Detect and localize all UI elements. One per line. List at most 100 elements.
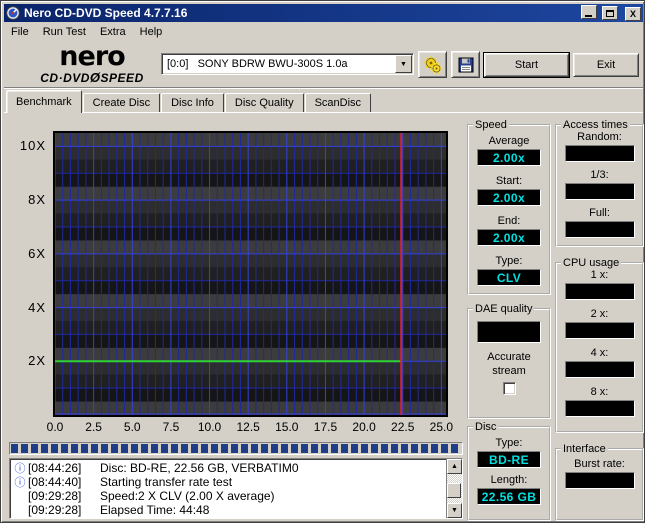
minimize-icon (585, 14, 593, 17)
speed-start-label: Start: (495, 175, 523, 187)
y-tick-label: 2X (28, 353, 46, 369)
x-tick-label: 10.0 (197, 420, 222, 434)
minimize-button[interactable] (580, 5, 597, 20)
scroll-down-button[interactable]: ▼ (447, 503, 462, 518)
access-times-panel: Access times Random: 1/3: Full: (555, 119, 644, 247)
menu-help[interactable]: Help (133, 24, 170, 40)
menu-run-test[interactable]: Run Test (36, 24, 93, 40)
start-button[interactable]: Start (483, 52, 570, 78)
menu-file[interactable]: File (4, 24, 36, 40)
log-time: [09:29:28] (28, 503, 82, 517)
disc-panel-legend: Disc (475, 421, 497, 433)
x-tick-label: 25.0 (429, 420, 454, 434)
tab-disc-quality[interactable]: Disc Quality (224, 93, 304, 113)
menu-extra[interactable]: Extra (93, 24, 133, 40)
cpu-1x-label: 1 x: (590, 269, 609, 281)
nero-logo-text: nero (59, 41, 125, 72)
x-tick-label: 0.0 (46, 420, 64, 434)
log-text: Disc: BD-RE, 22.56 GB, VERBATIM0 (100, 461, 299, 475)
speed-panel-legend: Speed (475, 119, 507, 131)
nero-logo: nero CD·DVDØSPEED (27, 43, 157, 84)
dropdown-arrow-icon[interactable]: ▼ (395, 55, 412, 73)
window-title: Nero CD-DVD Speed 4.7.7.16 (24, 6, 188, 20)
access-onethird-label: 1/3: (590, 169, 609, 181)
x-tick-label: 22.5 (391, 420, 415, 434)
close-icon: X (629, 8, 636, 19)
drive-select[interactable]: [0:0] SONY BDRW BWU-300S 1.0a ▼ (161, 53, 414, 75)
access-full-value (564, 221, 635, 238)
options-button[interactable] (418, 51, 447, 78)
speed-panel: Speed Average 2.00x Start: 2.00x End: 2.… (467, 119, 551, 295)
tab-disc-info[interactable]: Disc Info (161, 93, 224, 113)
access-full-label: Full: (589, 207, 610, 219)
log-text: Elapsed Time: 44:48 (100, 503, 210, 517)
tab-benchmark[interactable]: Benchmark (6, 90, 82, 113)
log-time: [09:29:28] (28, 489, 82, 503)
menu-bar: File Run Test Extra Help (4, 23, 643, 41)
tab-bar: Benchmark Create Disc Disc Info Disc Qua… (6, 90, 372, 113)
x-tick-label: 7.5 (162, 420, 180, 434)
disc-type-label: Type: (495, 437, 523, 449)
y-tick-label: 4X (28, 299, 46, 315)
cpu-1x-value (564, 283, 635, 300)
speed-end-label: End: (497, 215, 521, 227)
maximize-button[interactable] (601, 6, 618, 21)
cpu-4x-label: 4 x: (590, 347, 609, 359)
app-icon (6, 6, 20, 20)
log-time: [08:44:40] (28, 475, 82, 489)
y-axis-labels: 10X 8X 6X 4X 2X (1, 133, 49, 415)
access-random-label: Random: (577, 131, 622, 143)
burst-rate-label: Burst rate: (574, 458, 625, 470)
log-entry: [09:29:28] Elapsed Time: 44:48 (12, 503, 446, 517)
cpu-8x-value (564, 400, 635, 417)
save-button[interactable] (451, 51, 480, 78)
log-panel[interactable]: ⓘ [08:44:26] Disc: BD-RE, 22.56 GB, VERB… (9, 458, 463, 519)
interface-panel: Interface Burst rate: (555, 443, 644, 521)
x-tick-label: 17.5 (313, 420, 338, 434)
maximize-icon (605, 9, 614, 17)
log-time: [08:44:26] (28, 461, 82, 475)
close-button[interactable]: X (625, 6, 641, 21)
dae-quality-legend: DAE quality (475, 303, 533, 315)
x-tick-label: 2.5 (85, 420, 102, 434)
disc-length-value: 22.56 GB (477, 488, 541, 505)
titlebar: Nero CD-DVD Speed 4.7.7.16 X (4, 4, 643, 22)
x-tick-label: 15.0 (275, 420, 299, 434)
scroll-down-icon: ▼ (451, 507, 458, 514)
info-icon: ⓘ (14, 477, 26, 489)
access-random-value (564, 145, 635, 162)
cpu-2x-value (564, 322, 635, 339)
log-entries: ⓘ [08:44:26] Disc: BD-RE, 22.56 GB, VERB… (10, 459, 446, 518)
x-tick-label: 20.0 (352, 420, 376, 434)
gears-icon (423, 55, 442, 74)
cpu-4x-value (564, 361, 635, 378)
cpu-2x-label: 2 x: (590, 308, 609, 320)
access-onethird-value (564, 183, 635, 200)
cpu-8x-label: 8 x: (590, 386, 609, 398)
tab-create-disc[interactable]: Create Disc (82, 93, 161, 113)
accurate-stream-checkbox[interactable] (502, 381, 516, 395)
log-scrollbar: ▲ ▼ (446, 459, 462, 518)
exit-button[interactable]: Exit (573, 53, 639, 77)
disc-type-value: BD-RE (477, 451, 541, 468)
log-entry: ⓘ [08:44:26] Disc: BD-RE, 22.56 GB, VERB… (12, 461, 446, 475)
progress-bar (9, 442, 463, 455)
scrollbar-track[interactable] (447, 474, 462, 503)
speed-end-value: 2.00x (477, 229, 541, 246)
speed-average-label: Average (488, 135, 530, 147)
speed-type-label: Type: (495, 255, 523, 267)
scroll-up-button[interactable]: ▲ (447, 459, 462, 474)
floppy-save-icon (458, 57, 473, 72)
tab-scandisc[interactable]: ScanDisc (304, 93, 372, 113)
cpu-usage-panel: CPU usage 1 x: 2 x: 4 x: 8 x: (555, 257, 644, 433)
drive-select-value: [0:0] SONY BDRW BWU-300S 1.0a (167, 58, 348, 70)
y-tick-label: 8X (28, 192, 46, 208)
y-tick-label: 10X (19, 138, 46, 154)
toolbar-separator (4, 87, 643, 89)
cdvdspeed-logo-text: CD·DVDØSPEED (40, 70, 144, 85)
scroll-up-icon: ▲ (451, 463, 458, 470)
cpu-usage-legend: CPU usage (563, 257, 620, 269)
benchmark-chart (53, 131, 448, 417)
accurate-stream-label: Accurate stream (487, 351, 531, 377)
scrollbar-thumb[interactable] (447, 483, 461, 498)
